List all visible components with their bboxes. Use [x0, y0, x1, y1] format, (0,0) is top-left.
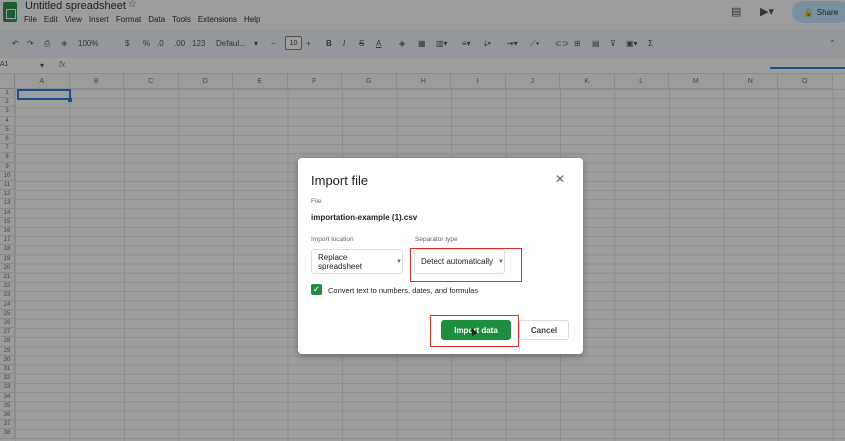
convert-text-label[interactable]: Convert text to numbers, dates, and form… [328, 286, 478, 295]
cancel-button[interactable]: Cancel [519, 320, 569, 340]
import-location-select[interactable]: Replace spreadsheet ▼ [311, 249, 403, 274]
dialog-title: Import file [311, 173, 369, 188]
convert-text-checkbox[interactable]: ✓ [311, 284, 322, 295]
file-label: File [311, 198, 322, 205]
chevron-down-icon: ▼ [396, 258, 402, 265]
import-location-value: Replace spreadsheet [318, 252, 363, 271]
file-name: importation-example (1).csv [311, 213, 418, 222]
separator-highlight-box [410, 248, 522, 282]
import-location-label: Import location [311, 236, 354, 243]
separator-type-label: Separator type [415, 236, 458, 243]
close-icon[interactable]: ✕ [555, 172, 565, 186]
